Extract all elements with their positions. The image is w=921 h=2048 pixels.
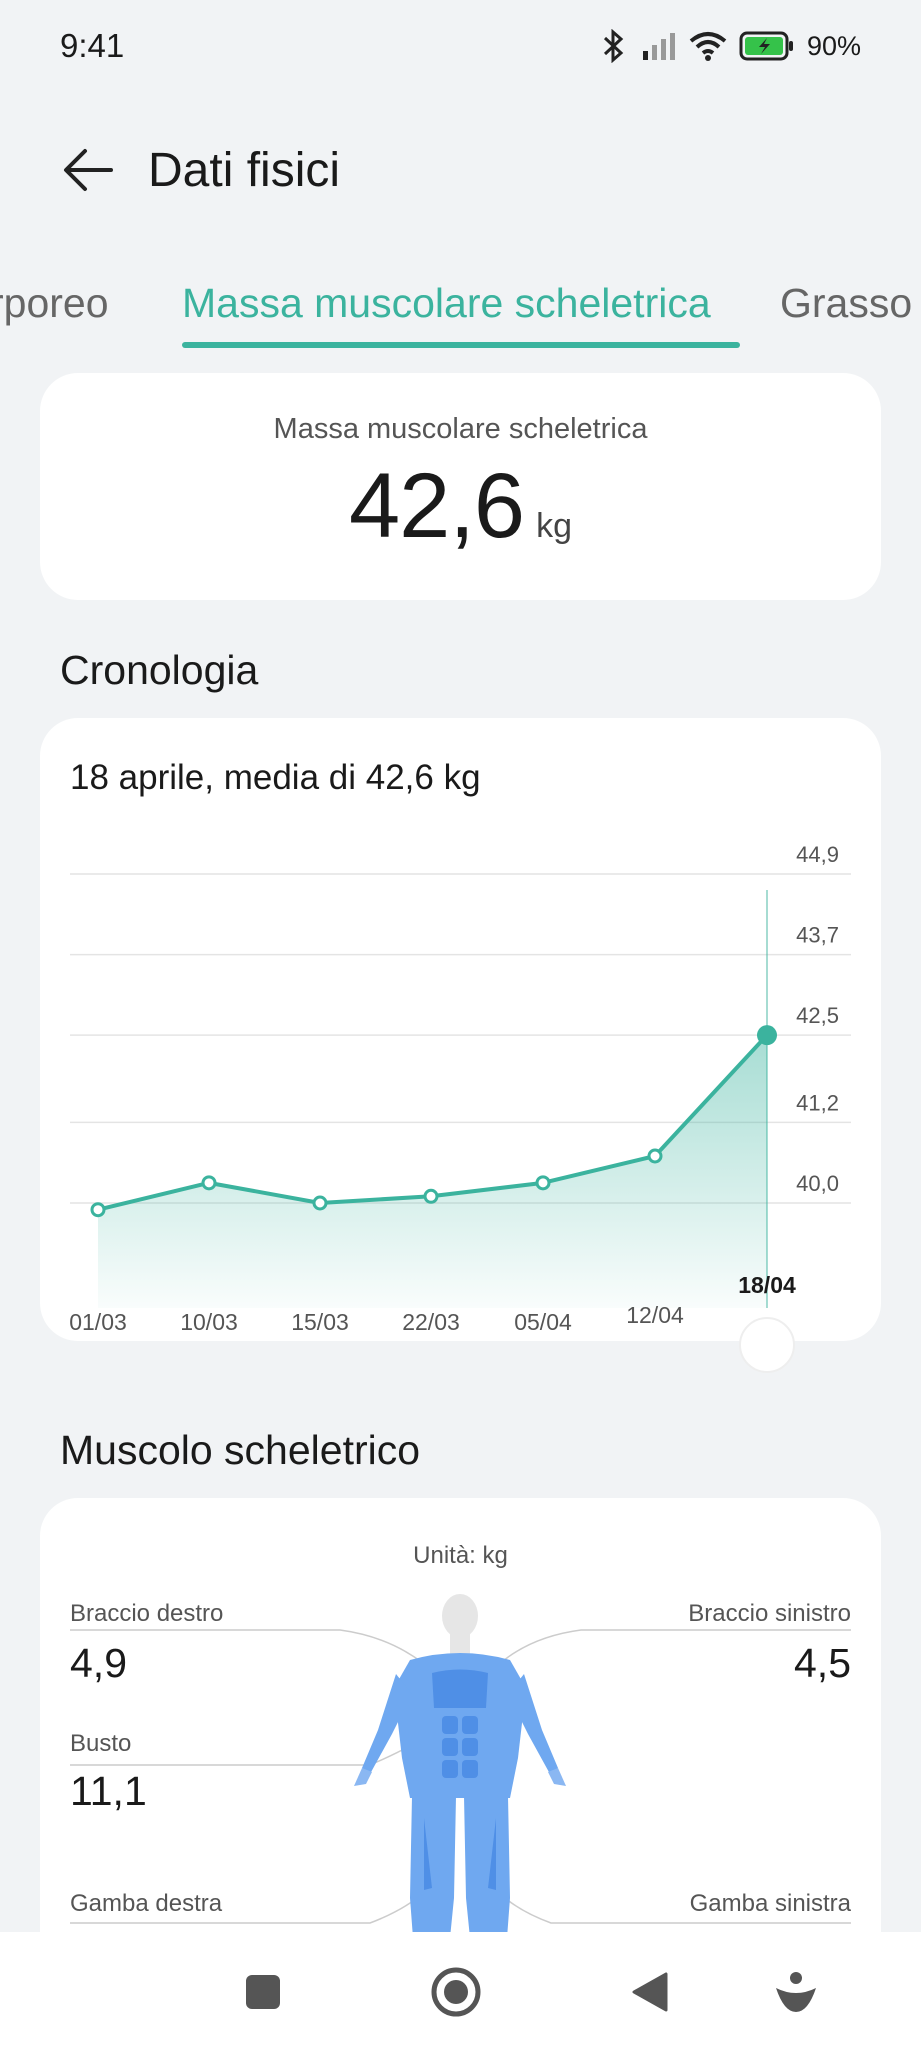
bluetooth-icon	[599, 29, 629, 63]
history-chart[interactable]: 44,9 43,7 42,5 41,2 40,0 01/03 10/03 15/03 22/03…	[40, 718, 881, 1378]
home-circle-icon	[431, 1967, 481, 2017]
square-icon	[246, 1975, 280, 2009]
status-time: 9:41	[60, 27, 125, 64]
active-tab-indicator	[182, 342, 740, 348]
x-tick-label: 18/04	[738, 1272, 796, 1298]
x-tick-label: 01/03	[69, 1309, 127, 1335]
y-tick-label: 43,7	[796, 923, 839, 948]
x-tick-label: 22/03	[402, 1309, 460, 1335]
right-arm-value: 4,9	[70, 1640, 127, 1686]
data-point	[535, 1175, 551, 1191]
tab-fat[interactable]: Grasso	[780, 280, 912, 327]
summary-value-row: 42,6 kg	[40, 454, 881, 559]
signal-icon	[641, 31, 677, 61]
left-arm-value: 4,5	[794, 1640, 851, 1686]
data-point	[201, 1175, 217, 1191]
chart-scrubber-knob	[739, 1317, 795, 1373]
torso-label: Busto	[70, 1730, 132, 1757]
y-tick-label: 44,9	[796, 842, 839, 867]
x-tick-label: 15/03	[291, 1309, 349, 1335]
left-arm-label: Braccio sinistro	[688, 1600, 851, 1627]
y-tick-label: 40,0	[796, 1171, 839, 1196]
right-leg-label: Gamba destra	[70, 1890, 223, 1917]
right-arm-label: Braccio destro	[70, 1600, 224, 1627]
muscle-section-title: Muscolo scheletrico	[60, 1427, 421, 1473]
y-tick-label: 42,5	[796, 1003, 839, 1028]
back-button[interactable]	[60, 142, 116, 198]
series-area	[98, 1035, 767, 1308]
left-leg-label: Gamba sinistra	[689, 1890, 851, 1917]
tab-body-composition[interactable]: rporeo	[0, 280, 109, 327]
x-tick-label: 10/03	[180, 1309, 238, 1335]
history-section-title: Cronologia	[60, 647, 259, 693]
wifi-icon	[689, 31, 727, 61]
battery-icon	[739, 30, 795, 62]
tab-skeletal-muscle[interactable]: Massa muscolare scheletrica	[182, 280, 711, 327]
x-tick-label: 12/04	[626, 1302, 684, 1328]
summary-value: 42,6	[349, 455, 525, 557]
assistant-icon	[776, 1972, 816, 2012]
status-icons: 90%	[599, 29, 861, 63]
back-triangle-icon	[632, 1972, 668, 2012]
arrow-left-icon	[64, 149, 113, 191]
back-nav-button[interactable]	[620, 1962, 680, 2022]
recents-button[interactable]	[233, 1962, 293, 2022]
summary-card: Massa muscolare scheletrica 42,6 kg	[40, 373, 881, 600]
assistant-button[interactable]	[766, 1962, 826, 2022]
system-nav-bar	[0, 1932, 921, 2048]
y-tick-label: 41,2	[796, 1090, 839, 1115]
data-point	[90, 1202, 106, 1218]
tab-bar: rporeo Massa muscolare scheletrica Grass…	[0, 268, 921, 353]
summary-label: Massa muscolare scheletrica	[273, 413, 648, 445]
status-bar: 9:41 90%	[0, 0, 921, 92]
summary-unit: kg	[536, 507, 572, 545]
data-point	[647, 1148, 663, 1164]
torso-value: 11,1	[70, 1768, 147, 1814]
page-title: Dati fisici	[148, 143, 341, 197]
history-card: 18 aprile, media di 42,6 kg 44,9 43,7 42,5…	[40, 718, 881, 1373]
home-button[interactable]	[426, 1962, 486, 2022]
x-tick-label: 05/04	[514, 1309, 572, 1335]
app-header: Dati fisici	[0, 125, 921, 215]
data-point	[312, 1195, 328, 1211]
battery-percent: 90%	[806, 30, 861, 61]
data-point-selected	[757, 1025, 777, 1046]
data-point	[423, 1188, 439, 1204]
